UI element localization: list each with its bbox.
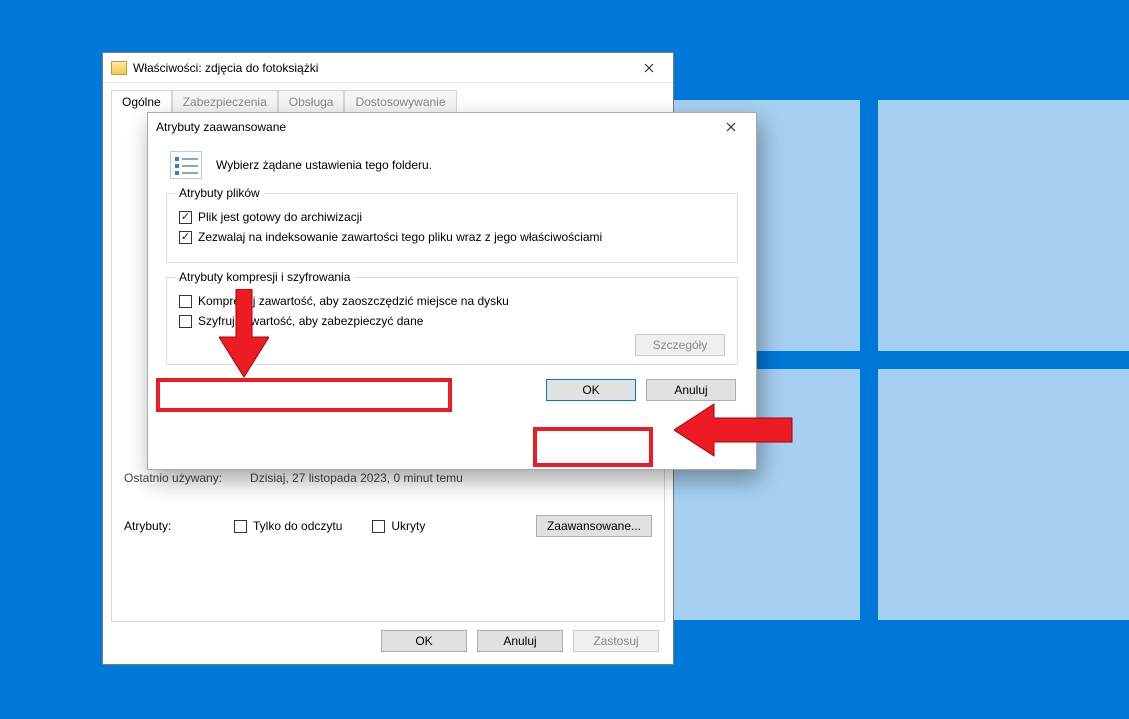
tab-security[interactable]: Zabezpieczenia (172, 90, 278, 113)
tab-support[interactable]: Obsługa (278, 90, 345, 113)
last-used-label: Ostatnio używany: (124, 471, 222, 485)
attributes-row: Atrybuty: Tylko do odczytu Ukryty Zaawan… (124, 515, 652, 537)
ok-button[interactable]: OK (381, 630, 467, 652)
properties-button-row: OK Anuluj Zastosuj (381, 630, 659, 652)
properties-title: Właściwości: zdjęcia do fotoksiążki (133, 61, 629, 75)
checkbox-icon (234, 520, 247, 533)
folder-icon (111, 61, 127, 75)
tab-strip: Ogólne Zabezpieczenia Obsługa Dostosowyw… (111, 89, 665, 112)
index-checkbox[interactable]: Zezwalaj na indeksowanie zawartości tego… (179, 230, 725, 244)
readonly-checkbox[interactable]: Tylko do odczytu (234, 519, 342, 533)
last-used-value: Dzisiaj, 27 listopada 2023, 0 minut temu (250, 471, 463, 485)
details-button[interactable]: Szczegóły (635, 334, 725, 356)
annotation-arrow-left-icon (674, 402, 794, 458)
last-used-row: Ostatnio używany: Dzisiaj, 27 listopada … (124, 471, 652, 485)
archive-label: Plik jest gotowy do archiwizacji (198, 210, 362, 224)
cancel-button[interactable]: Anuluj (646, 379, 736, 401)
close-button[interactable] (629, 56, 669, 80)
instruction-row: Wybierz żądane ustawienia tego folderu. (170, 151, 738, 179)
desktop: Właściwości: zdjęcia do fotoksiążki Ogól… (0, 0, 1129, 719)
advanced-button-row: OK Anuluj (166, 379, 738, 401)
compress-encrypt-legend: Atrybuty kompresji i szyfrowania (175, 270, 354, 284)
hidden-label: Ukryty (391, 519, 425, 533)
instruction-text: Wybierz żądane ustawienia tego folderu. (216, 158, 432, 172)
checkbox-icon (372, 520, 385, 533)
close-button[interactable] (714, 115, 748, 139)
close-icon (726, 122, 736, 132)
tab-general[interactable]: Ogólne (111, 90, 172, 113)
checkbox-icon (179, 315, 192, 328)
apply-button[interactable]: Zastosuj (573, 630, 659, 652)
annotation-arrow-down-icon (219, 289, 269, 379)
readonly-label: Tylko do odczytu (253, 519, 342, 533)
cancel-button[interactable]: Anuluj (477, 630, 563, 652)
ok-button[interactable]: OK (546, 379, 636, 401)
file-attributes-group: Atrybuty plików Plik jest gotowy do arch… (166, 193, 738, 263)
checkbox-icon (179, 231, 192, 244)
advanced-title: Atrybuty zaawansowane (156, 120, 714, 134)
index-label: Zezwalaj na indeksowanie zawartości tego… (198, 230, 602, 244)
attributes-label: Atrybuty: (124, 519, 204, 533)
file-attributes-legend: Atrybuty plików (175, 186, 264, 200)
close-icon (644, 63, 654, 73)
settings-list-icon (170, 151, 202, 179)
hidden-checkbox[interactable]: Ukryty (372, 519, 425, 533)
archive-checkbox[interactable]: Plik jest gotowy do archiwizacji (179, 210, 725, 224)
advanced-titlebar: Atrybuty zaawansowane (148, 113, 756, 141)
tab-customize[interactable]: Dostosowywanie (344, 90, 456, 113)
checkbox-icon (179, 211, 192, 224)
properties-titlebar: Właściwości: zdjęcia do fotoksiążki (103, 53, 673, 83)
advanced-button[interactable]: Zaawansowane... (536, 515, 652, 537)
checkbox-icon (179, 295, 192, 308)
